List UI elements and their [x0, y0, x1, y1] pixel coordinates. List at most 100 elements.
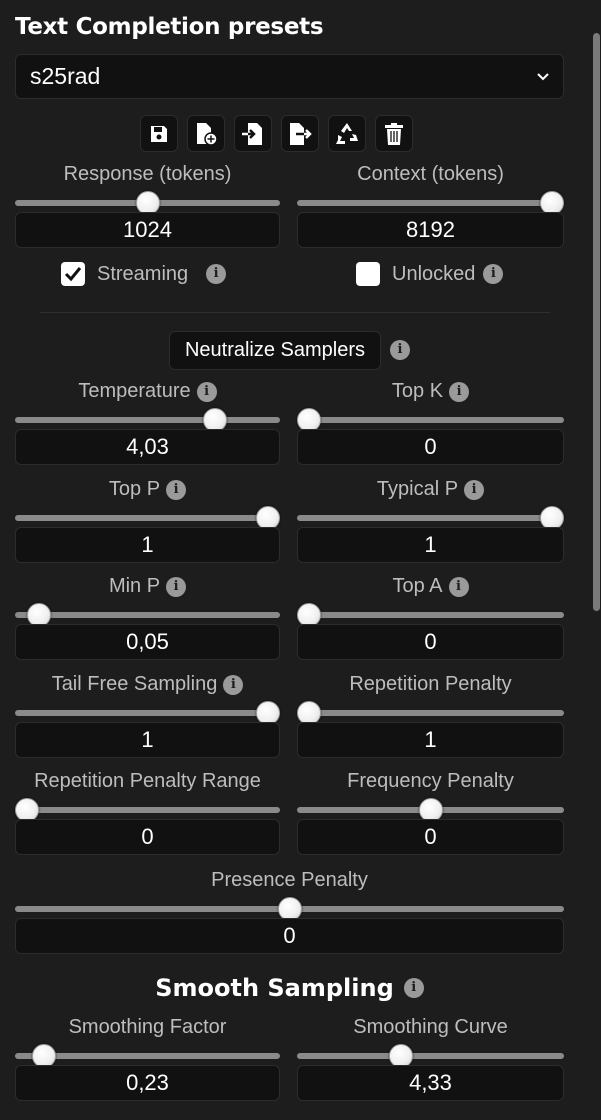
top-p-label: Top Pi — [15, 478, 280, 501]
context-tokens-slider[interactable] — [297, 191, 564, 215]
frequency-penalty-label-text: Frequency Penalty — [347, 770, 514, 792]
response-tokens-label: Response (tokens) — [63, 163, 232, 185]
top-k-slider[interactable] — [297, 408, 564, 432]
context-tokens-label: Context (tokens) — [357, 163, 504, 185]
context-tokens-input[interactable]: 8192 — [297, 212, 564, 248]
unlocked-label: Unlocked — [392, 262, 476, 285]
tail-free-sampling-label-text: Tail Free Sampling — [51, 673, 218, 695]
scrollbar-thumb[interactable] — [593, 33, 600, 611]
response-tokens-input[interactable]: 1024 — [15, 212, 280, 248]
min-p-label: Min Pi — [15, 575, 280, 598]
min-p-label-text: Min P — [108, 575, 161, 597]
preset-select[interactable]: s25rad — [15, 54, 564, 99]
preset-select-value: s25rad — [30, 63, 101, 89]
info-icon[interactable]: i — [206, 264, 227, 284]
tail-free-sampling-slider[interactable] — [15, 701, 280, 725]
info-icon[interactable]: i — [196, 381, 217, 402]
temperature-label-text: Temperature — [78, 380, 191, 402]
save-preset-button[interactable] — [140, 115, 178, 152]
smoothing-factor-label: Smoothing Factor — [68, 1016, 227, 1038]
top-a-slider[interactable] — [297, 603, 564, 627]
restore-preset-button[interactable] — [328, 115, 366, 152]
top-p-slider[interactable] — [15, 506, 280, 530]
slider-track — [15, 807, 280, 813]
delete-preset-button[interactable] — [375, 115, 413, 152]
trash-icon — [385, 122, 403, 145]
info-icon[interactable]: i — [448, 576, 469, 597]
top-p-label-text: Top P — [108, 478, 161, 500]
info-icon[interactable]: i — [223, 674, 244, 695]
repetition-penalty-label-text: Repetition Penalty — [349, 673, 512, 695]
slider-track — [15, 515, 280, 521]
new-file-icon — [197, 122, 218, 146]
streaming-toggle[interactable]: Streaming i — [61, 262, 227, 286]
info-icon[interactable]: i — [166, 576, 187, 597]
smoothing-curve-slider[interactable] — [297, 1044, 564, 1068]
smooth-sampling-title: Smooth Sampling — [155, 974, 394, 1002]
preset-toolbar — [140, 115, 413, 152]
checkmark-icon — [64, 267, 82, 282]
typical-p-label: Typical Pi — [297, 478, 564, 501]
repetition-penalty-range-label-text: Repetition Penalty Range — [34, 770, 261, 792]
slider-track — [15, 710, 280, 716]
unlocked-toggle[interactable]: Unlocked i — [356, 262, 504, 286]
top-a-label: Top Ai — [297, 575, 564, 598]
repetition-penalty-range-slider[interactable] — [15, 798, 280, 822]
repetition-penalty-input[interactable]: 1 — [297, 722, 564, 758]
presence-penalty-label: Presence Penalty — [211, 869, 368, 891]
new-preset-button[interactable] — [187, 115, 225, 152]
panel-title: Text Completion presets — [15, 14, 324, 40]
slider-track — [297, 200, 564, 206]
import-preset-button[interactable] — [234, 115, 272, 152]
export-preset-button[interactable] — [281, 115, 319, 152]
typical-p-input[interactable]: 1 — [297, 527, 564, 563]
typical-p-slider[interactable] — [297, 506, 564, 530]
top-a-input[interactable]: 0 — [297, 624, 564, 660]
repetition-penalty-range-input[interactable]: 0 — [15, 819, 280, 855]
repetition-penalty-range-label: Repetition Penalty Range — [15, 770, 280, 793]
export-icon — [290, 122, 312, 145]
streaming-checkbox[interactable] — [61, 262, 85, 286]
slider-track — [297, 710, 564, 716]
slider-track — [297, 1053, 564, 1059]
smoothing-curve-label: Smoothing Curve — [353, 1016, 508, 1038]
top-k-input[interactable]: 0 — [297, 429, 564, 465]
slider-track — [15, 417, 280, 423]
tail-free-sampling-input[interactable]: 1 — [15, 722, 280, 758]
slider-track — [297, 612, 564, 618]
top-k-label: Top Ki — [297, 380, 564, 403]
divider — [40, 312, 550, 313]
temperature-label: Temperature i — [15, 380, 280, 403]
chevron-down-icon — [537, 73, 549, 81]
repetition-penalty-slider[interactable] — [297, 701, 564, 725]
neutralize-samplers-button[interactable]: Neutralize Samplers — [169, 331, 381, 370]
streaming-label: Streaming — [97, 262, 189, 285]
presence-penalty-slider[interactable] — [15, 897, 564, 921]
recycle-icon — [336, 122, 358, 144]
info-icon[interactable]: i — [483, 264, 504, 284]
top-p-input[interactable]: 1 — [15, 527, 280, 563]
min-p-input[interactable]: 0,05 — [15, 624, 280, 660]
response-tokens-slider[interactable] — [15, 191, 280, 215]
tail-free-sampling-label: Tail Free Sampling i — [15, 673, 280, 696]
smoothing-curve-input[interactable]: 4,33 — [297, 1065, 564, 1101]
temperature-input[interactable]: 4,03 — [15, 429, 280, 465]
slider-track — [297, 417, 564, 423]
info-icon[interactable]: i — [390, 340, 410, 360]
info-icon[interactable]: i — [464, 479, 485, 500]
info-icon[interactable]: i — [403, 978, 424, 998]
typical-p-label-text: Typical P — [376, 478, 459, 500]
frequency-penalty-slider[interactable] — [297, 798, 564, 822]
frequency-penalty-input[interactable]: 0 — [297, 819, 564, 855]
smoothing-factor-input[interactable]: 0,23 — [15, 1065, 280, 1101]
info-icon[interactable]: i — [166, 479, 187, 500]
unlocked-checkbox[interactable] — [356, 262, 380, 286]
info-icon[interactable]: i — [449, 381, 470, 402]
presence-penalty-input[interactable]: 0 — [15, 918, 564, 954]
slider-track — [297, 515, 564, 521]
frequency-penalty-label: Frequency Penalty — [297, 770, 564, 793]
import-icon — [242, 122, 262, 145]
min-p-slider[interactable] — [15, 603, 280, 627]
smoothing-factor-slider[interactable] — [15, 1044, 280, 1068]
temperature-slider[interactable] — [15, 408, 280, 432]
